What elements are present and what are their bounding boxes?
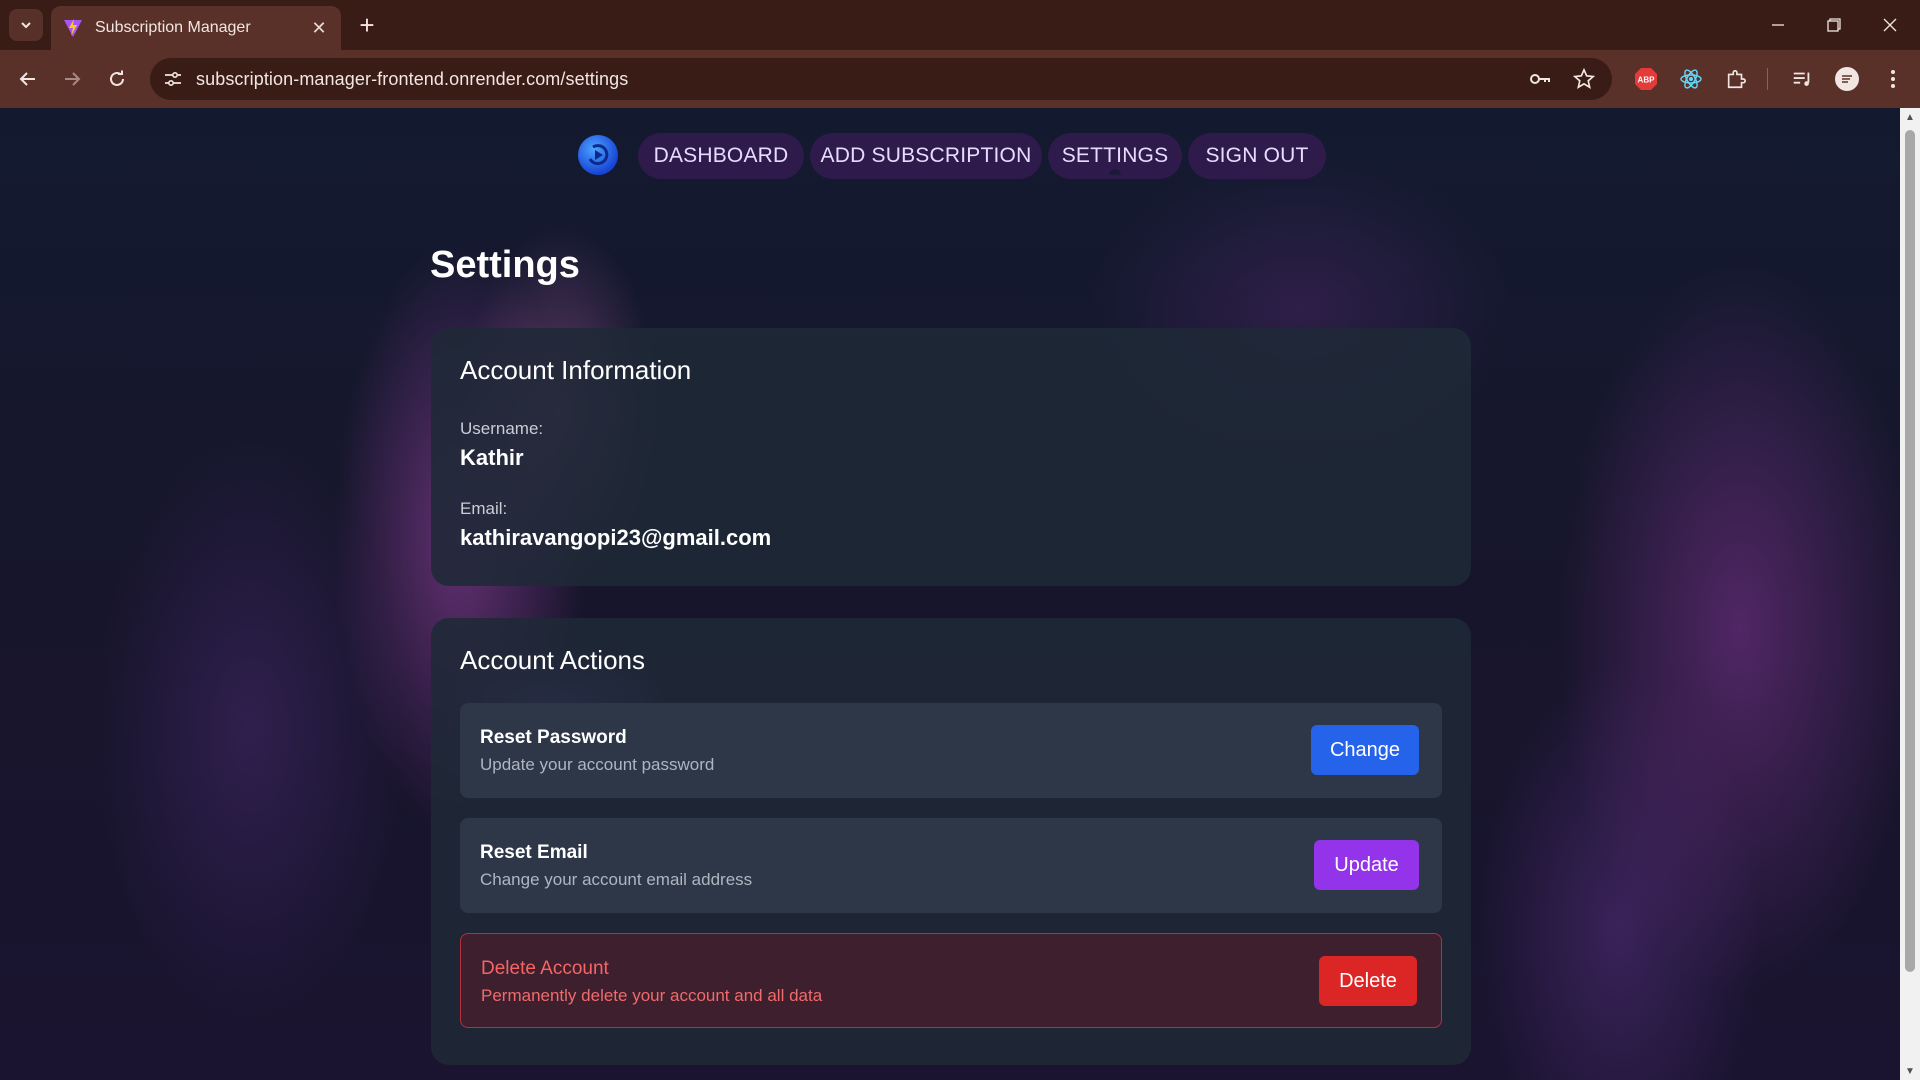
forward-icon[interactable] xyxy=(56,63,88,95)
page-title: Settings xyxy=(430,244,580,286)
active-nav-indicator xyxy=(1109,169,1121,175)
back-icon[interactable] xyxy=(12,63,44,95)
username-label: Username: xyxy=(460,419,544,438)
browser-tab-bar: Subscription Manager ✕ + xyxy=(0,0,1920,50)
chevron-down-icon xyxy=(21,22,31,29)
nav-add-subscription[interactable]: ADD SUBSCRIPTION xyxy=(810,133,1042,179)
reload-icon[interactable] xyxy=(101,63,133,95)
email-label: Email: xyxy=(460,499,508,518)
tab-search-button[interactable] xyxy=(9,9,43,41)
react-devtools-icon[interactable] xyxy=(1678,66,1704,92)
delete-account-title: Delete Account xyxy=(481,958,609,979)
update-email-button[interactable]: Update xyxy=(1314,840,1419,890)
close-icon[interactable]: ✕ xyxy=(309,18,329,38)
change-password-button[interactable]: Change xyxy=(1311,725,1419,775)
page-viewport: DASHBOARD ADD SUBSCRIPTION SETTINGS SIGN… xyxy=(0,108,1900,1080)
svg-text:ABP: ABP xyxy=(1638,76,1656,85)
adblock-extension-icon[interactable]: ABP xyxy=(1633,66,1659,92)
account-actions-card: Account Actions Reset Password Update yo… xyxy=(431,618,1471,1065)
site-info-icon[interactable] xyxy=(158,64,188,94)
browser-menu-icon[interactable] xyxy=(1880,66,1906,92)
email-value: kathiravangopi23@gmail.com xyxy=(460,525,772,550)
scroll-up-icon[interactable]: ▲ xyxy=(1904,112,1916,123)
app-logo-icon[interactable] xyxy=(578,135,618,175)
window-close-icon[interactable] xyxy=(1862,0,1918,50)
nav-sign-out[interactable]: SIGN OUT xyxy=(1188,133,1326,179)
password-key-icon[interactable] xyxy=(1528,67,1552,91)
reset-email-row: Reset Email Change your account email ad… xyxy=(460,818,1442,913)
page-scrollbar[interactable]: ▲ ▼ xyxy=(1900,108,1920,1080)
restore-icon[interactable] xyxy=(1806,0,1862,50)
account-actions-title: Account Actions xyxy=(460,645,645,675)
scrollbar-thumb[interactable] xyxy=(1905,130,1915,972)
delete-account-row: Delete Account Permanently delete your a… xyxy=(460,933,1442,1028)
account-information-card: Account Information Username: Kathir Ema… xyxy=(431,328,1471,586)
account-information-title: Account Information xyxy=(460,355,692,385)
media-controls-icon[interactable] xyxy=(1789,66,1815,92)
tab-title: Subscription Manager xyxy=(95,19,251,36)
browser-toolbar: subscription-manager-frontend.onrender.c… xyxy=(0,50,1920,108)
delete-account-description: Permanently delete your account and all … xyxy=(481,986,823,1005)
extensions-puzzle-icon[interactable] xyxy=(1723,66,1749,92)
reset-email-description: Change your account email address xyxy=(480,870,753,889)
browser-tab[interactable]: Subscription Manager ✕ xyxy=(51,6,341,50)
new-tab-button[interactable]: + xyxy=(353,11,381,39)
address-bar[interactable]: subscription-manager-frontend.onrender.c… xyxy=(150,58,1612,100)
delete-account-button[interactable]: Delete xyxy=(1319,956,1417,1006)
reset-email-title: Reset Email xyxy=(480,842,588,863)
bookmark-star-icon[interactable] xyxy=(1572,67,1596,91)
toolbar-separator xyxy=(1767,68,1768,90)
url-text: subscription-manager-frontend.onrender.c… xyxy=(196,69,629,89)
scroll-down-icon[interactable]: ▼ xyxy=(1904,1066,1916,1077)
nav-dashboard[interactable]: DASHBOARD xyxy=(638,133,804,179)
username-value: Kathir xyxy=(460,445,524,470)
reset-password-title: Reset Password xyxy=(480,727,627,748)
reset-password-row: Reset Password Update your account passw… xyxy=(460,703,1442,798)
profile-avatar-icon[interactable] xyxy=(1834,66,1860,92)
reset-password-description: Update your account password xyxy=(480,755,715,774)
vite-favicon-icon xyxy=(64,19,82,37)
minimize-icon[interactable] xyxy=(1750,0,1806,50)
